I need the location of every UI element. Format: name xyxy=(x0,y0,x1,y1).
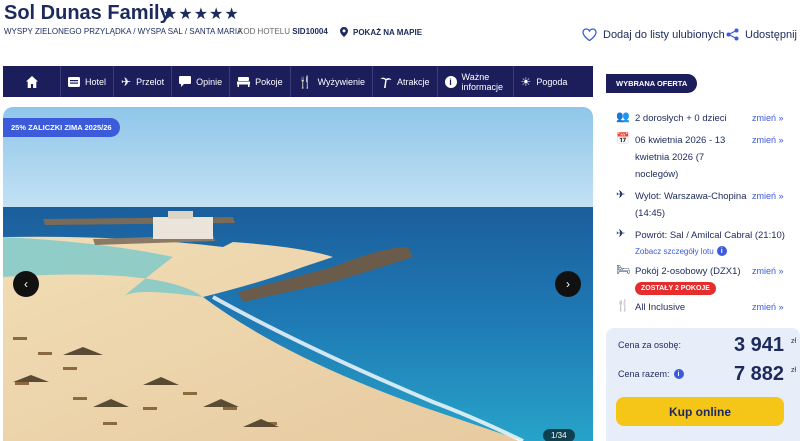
show-map-link[interactable]: POKAŻ NA MAPIE xyxy=(340,27,422,37)
hotel-stars: ★★★★★ xyxy=(163,6,240,23)
price-total-label-row: Cena razem: i xyxy=(618,369,684,379)
offer-panel: WYBRANA OFERTA 👥 2 dorosłych + 0 dzieci … xyxy=(606,66,800,441)
change-departure-link[interactable]: zmień » xyxy=(752,188,784,205)
plane-takeoff-icon: ✈ xyxy=(616,189,626,201)
price-per-person-currency: zł xyxy=(790,338,796,345)
home-icon xyxy=(25,75,38,88)
offer-departure: Wylot: Warszawa-Chopina (14:45) xyxy=(635,191,747,219)
flight-details-link[interactable]: Zobacz szczegóły lotu i xyxy=(635,246,727,256)
nav-item-flight[interactable]: ✈ Przelot xyxy=(114,66,173,97)
hotel-header: Sol Dunas Family ★★★★★ WYSPY ZIELONEGO P… xyxy=(0,0,800,66)
flight-details-label: Zobacz szczegóły lotu xyxy=(635,246,714,256)
nav-label: Atrakcje xyxy=(397,76,430,87)
cutlery-icon: 🍴 xyxy=(616,300,630,312)
nav-item-weather[interactable]: ☀ Pogoda xyxy=(514,66,575,97)
hotel-code-value: SID10004 xyxy=(292,27,328,36)
cutlery-icon: 🍴 xyxy=(297,74,313,89)
nav-label: Ważne informacje xyxy=(461,71,504,92)
offer-tag: WYBRANA OFERTA xyxy=(606,74,698,93)
palm-icon xyxy=(380,77,392,88)
nav-label: Przelot xyxy=(136,76,165,87)
nav-item-reviews[interactable]: Opinie xyxy=(172,66,231,97)
chevron-left-icon: ‹ xyxy=(24,277,28,291)
plane-icon: ✈ xyxy=(121,74,132,89)
nav-item-attractions[interactable]: Atrakcje xyxy=(373,66,438,97)
info-icon: i xyxy=(716,246,727,256)
share-icon xyxy=(726,28,739,41)
offer-board: All Inclusive xyxy=(635,302,686,313)
price-total: 7 882 xyxy=(733,363,784,385)
show-map-label: POKAŻ NA MAPIE xyxy=(353,27,423,37)
add-favorite-button[interactable]: Dodaj do listy ulubionych xyxy=(582,28,725,41)
beach-photo xyxy=(3,107,593,441)
change-guests-link[interactable]: zmień » xyxy=(752,110,784,127)
comment-icon xyxy=(179,76,192,87)
gallery-counter: 1/34 xyxy=(543,429,575,441)
share-button[interactable]: Udostępnij xyxy=(726,28,797,41)
nav-item-hotel[interactable]: Hotel xyxy=(61,66,115,97)
gallery-next-button[interactable]: › xyxy=(555,271,581,297)
nav-item-important-info[interactable]: i Ważne informacje xyxy=(438,66,514,97)
hotel-name: Sol Dunas Family xyxy=(4,2,171,24)
hotel-navbar: Hotel ✈ Przelot Opinie Pokoje 🍴 Wyżywien… xyxy=(3,66,593,97)
hotel-code: KOD HOTELU SID10004 xyxy=(238,27,328,36)
bed-icon xyxy=(237,76,251,87)
hotel-code-label: KOD HOTELU xyxy=(238,27,291,36)
nav-item-board[interactable]: 🍴 Wyżywienie xyxy=(291,66,374,97)
chevron-right-icon: › xyxy=(566,277,570,291)
price-total-label: Cena razem: xyxy=(618,369,670,379)
change-dates-link[interactable]: zmień » xyxy=(752,132,784,149)
sun-icon: ☀ xyxy=(520,74,532,89)
price-per-person: 3 941 xyxy=(733,334,784,356)
price-per-person-label: Cena za osobę: xyxy=(618,340,682,350)
heart-icon xyxy=(582,28,597,41)
info-icon: i xyxy=(444,75,457,88)
change-room-link[interactable]: zmień » xyxy=(752,263,784,280)
price-total-currency: zł xyxy=(790,367,796,374)
nav-home[interactable] xyxy=(3,66,61,97)
nav-item-rooms[interactable]: Pokoje xyxy=(230,66,291,97)
plane-landing-icon: ✈ xyxy=(616,228,626,240)
offer-dates: 06 kwietnia 2026 - 13 kwietnia 2026 (7 n… xyxy=(635,135,726,180)
add-favorite-label: Dodaj do listy ulubionych xyxy=(603,28,725,41)
hotel-location: WYSPY ZIELONEGO PRZYLĄDKA / WYSPA SAL / … xyxy=(4,27,243,36)
share-label: Udostępnij xyxy=(745,28,797,41)
nav-label: Wyżywienie xyxy=(317,76,366,87)
nav-label: Pokoje xyxy=(255,76,283,87)
buy-online-button[interactable]: Kup online xyxy=(616,397,784,426)
bed-icon: 🛏 xyxy=(616,264,630,276)
price-box: Cena za osobę: 3 941 zł Cena razem: i 7 … xyxy=(606,328,800,441)
photo-gallery[interactable]: 25% ZALICZKI ZIMA 2025/26 ‹ › 1/34 xyxy=(3,107,593,441)
people-icon: 👥 xyxy=(616,111,630,123)
offer-room: Pokój 2-osobowy (DZX1) xyxy=(635,266,741,277)
calendar-icon: 📅 xyxy=(616,133,630,145)
map-pin-icon xyxy=(340,27,348,37)
nav-label: Pogoda xyxy=(536,76,568,87)
gallery-prev-button[interactable]: ‹ xyxy=(13,271,39,297)
info-icon[interactable]: i xyxy=(673,369,684,379)
rooms-left-badge: ZOSTAŁY 2 POKOJE xyxy=(635,282,716,295)
change-board-link[interactable]: zmień » xyxy=(752,299,784,316)
offer-guests: 2 dorosłych + 0 dzieci xyxy=(635,113,727,124)
offer-return: Powrót: Sal / Amilcal Cabral (21:10) xyxy=(635,230,785,241)
deposit-badge: 25% ZALICZKI ZIMA 2025/26 xyxy=(3,118,120,137)
nav-label: Hotel xyxy=(85,76,107,87)
hotel-icon xyxy=(68,76,80,87)
nav-label: Opinie xyxy=(196,76,223,87)
